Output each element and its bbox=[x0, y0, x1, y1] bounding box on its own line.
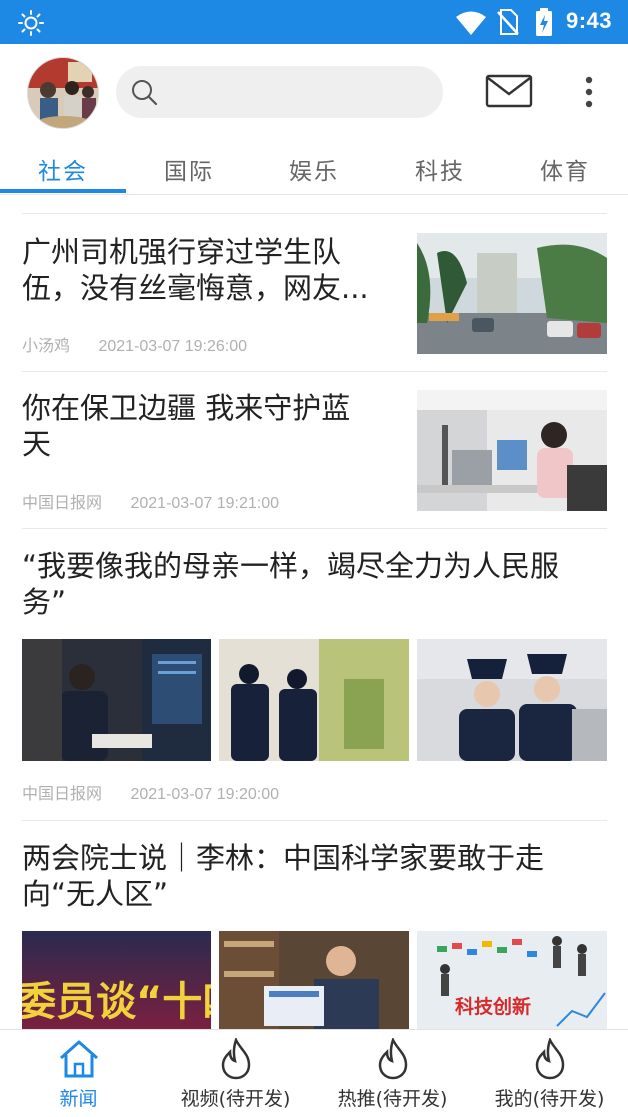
article-image[interactable]: 委员谈“十四 bbox=[22, 931, 211, 1029]
article-image[interactable] bbox=[417, 639, 607, 761]
app-header bbox=[0, 44, 628, 144]
article-image[interactable] bbox=[219, 639, 409, 761]
bottom-navigation: 新闻 视频(待开发) 热推(待开发) 我的(待开发) bbox=[0, 1029, 628, 1116]
article-source: 中国日报网 bbox=[22, 495, 103, 512]
nav-label: 热推(待开发) bbox=[337, 1088, 448, 1110]
mail-icon[interactable] bbox=[485, 74, 533, 108]
flame-icon bbox=[378, 1038, 407, 1080]
more-vert-icon[interactable] bbox=[582, 76, 596, 108]
divider bbox=[22, 820, 607, 821]
nav-video[interactable]: 视频(待开发) bbox=[157, 1030, 314, 1117]
article-title[interactable]: 你在保卫边疆 我来守护蓝 天 bbox=[22, 390, 407, 462]
article-title[interactable]: 广州司机强行穿过学生队 伍，没有丝毫悔意，网友... bbox=[22, 234, 407, 306]
nav-news[interactable]: 新闻 bbox=[0, 1030, 157, 1117]
nav-profile[interactable]: 我的(待开发) bbox=[471, 1030, 628, 1117]
flame-icon bbox=[221, 1038, 250, 1080]
title-line: 你在保卫边疆 我来守护蓝 bbox=[22, 391, 351, 425]
article-time: 2021-03-07 19:21:00 bbox=[130, 495, 280, 512]
article-source: 中国日报网 bbox=[22, 786, 103, 803]
tab-sports[interactable]: 体育 bbox=[502, 152, 628, 186]
nav-label: 新闻 bbox=[59, 1088, 98, 1110]
tab-international[interactable]: 国际 bbox=[126, 152, 252, 186]
search-icon[interactable] bbox=[130, 78, 160, 108]
article-time: 2021-03-07 19:20:00 bbox=[130, 786, 280, 803]
tabs-divider bbox=[0, 194, 628, 195]
avatar[interactable] bbox=[27, 57, 99, 129]
status-time: 9:43 bbox=[566, 8, 613, 33]
divider bbox=[22, 528, 607, 529]
no-sim-icon bbox=[497, 9, 519, 35]
tab-entertainment[interactable]: 娱乐 bbox=[251, 152, 377, 186]
article-meta: 中国日报网 2021-03-07 19:20:00 bbox=[22, 780, 279, 804]
nav-trending[interactable]: 热推(待开发) bbox=[314, 1030, 471, 1117]
article-image[interactable]: 科技创新 bbox=[417, 931, 607, 1029]
battery-charging-icon bbox=[536, 8, 552, 36]
nav-label: 我的(待开发) bbox=[494, 1088, 605, 1110]
title-line: 两会院士说｜李林：中国科学家要敢于走 bbox=[22, 841, 545, 875]
title-line: 天 bbox=[22, 427, 52, 461]
article-meta: 小汤鸡 2021-03-07 19:26:00 bbox=[22, 332, 247, 356]
article-meta: 中国日报网 2021-03-07 19:21:00 bbox=[22, 489, 279, 513]
article-title[interactable]: “我要像我的母亲一样，竭尽全力为人民服 务” bbox=[22, 548, 612, 620]
image-caption: 科技创新 bbox=[455, 995, 531, 1018]
article-thumbnail[interactable] bbox=[417, 390, 607, 511]
title-line: 广州司机强行穿过学生队 bbox=[22, 235, 342, 269]
nav-label: 视频(待开发) bbox=[180, 1088, 291, 1110]
article-time: 2021-03-07 19:26:00 bbox=[98, 338, 248, 355]
divider bbox=[22, 371, 607, 372]
title-line: 务” bbox=[22, 585, 67, 619]
active-tab-indicator bbox=[0, 189, 126, 193]
wifi-icon bbox=[456, 11, 486, 35]
search-bar[interactable] bbox=[116, 66, 443, 118]
brightness-icon bbox=[18, 10, 44, 36]
category-tabs: 社会 国际 娱乐 科技 体育 bbox=[0, 144, 628, 194]
home-icon bbox=[59, 1040, 98, 1078]
title-line: 向“无人区” bbox=[22, 877, 169, 911]
article-thumbnail[interactable] bbox=[417, 233, 607, 354]
article-image[interactable] bbox=[22, 639, 211, 761]
flame-icon bbox=[535, 1038, 564, 1080]
tab-technology[interactable]: 科技 bbox=[377, 152, 503, 186]
title-line: 伍，没有丝毫悔意，网友... bbox=[22, 271, 369, 305]
image-caption: 委员谈“十四 bbox=[22, 979, 211, 1025]
divider bbox=[22, 213, 607, 214]
article-image[interactable] bbox=[219, 931, 409, 1029]
article-source: 小汤鸡 bbox=[22, 338, 71, 355]
status-bar: 9:43 bbox=[0, 0, 628, 44]
title-line: “我要像我的母亲一样，竭尽全力为人民服 bbox=[22, 549, 560, 583]
article-title[interactable]: 两会院士说｜李林：中国科学家要敢于走 向“无人区” bbox=[22, 840, 612, 912]
tab-social[interactable]: 社会 bbox=[0, 152, 126, 186]
